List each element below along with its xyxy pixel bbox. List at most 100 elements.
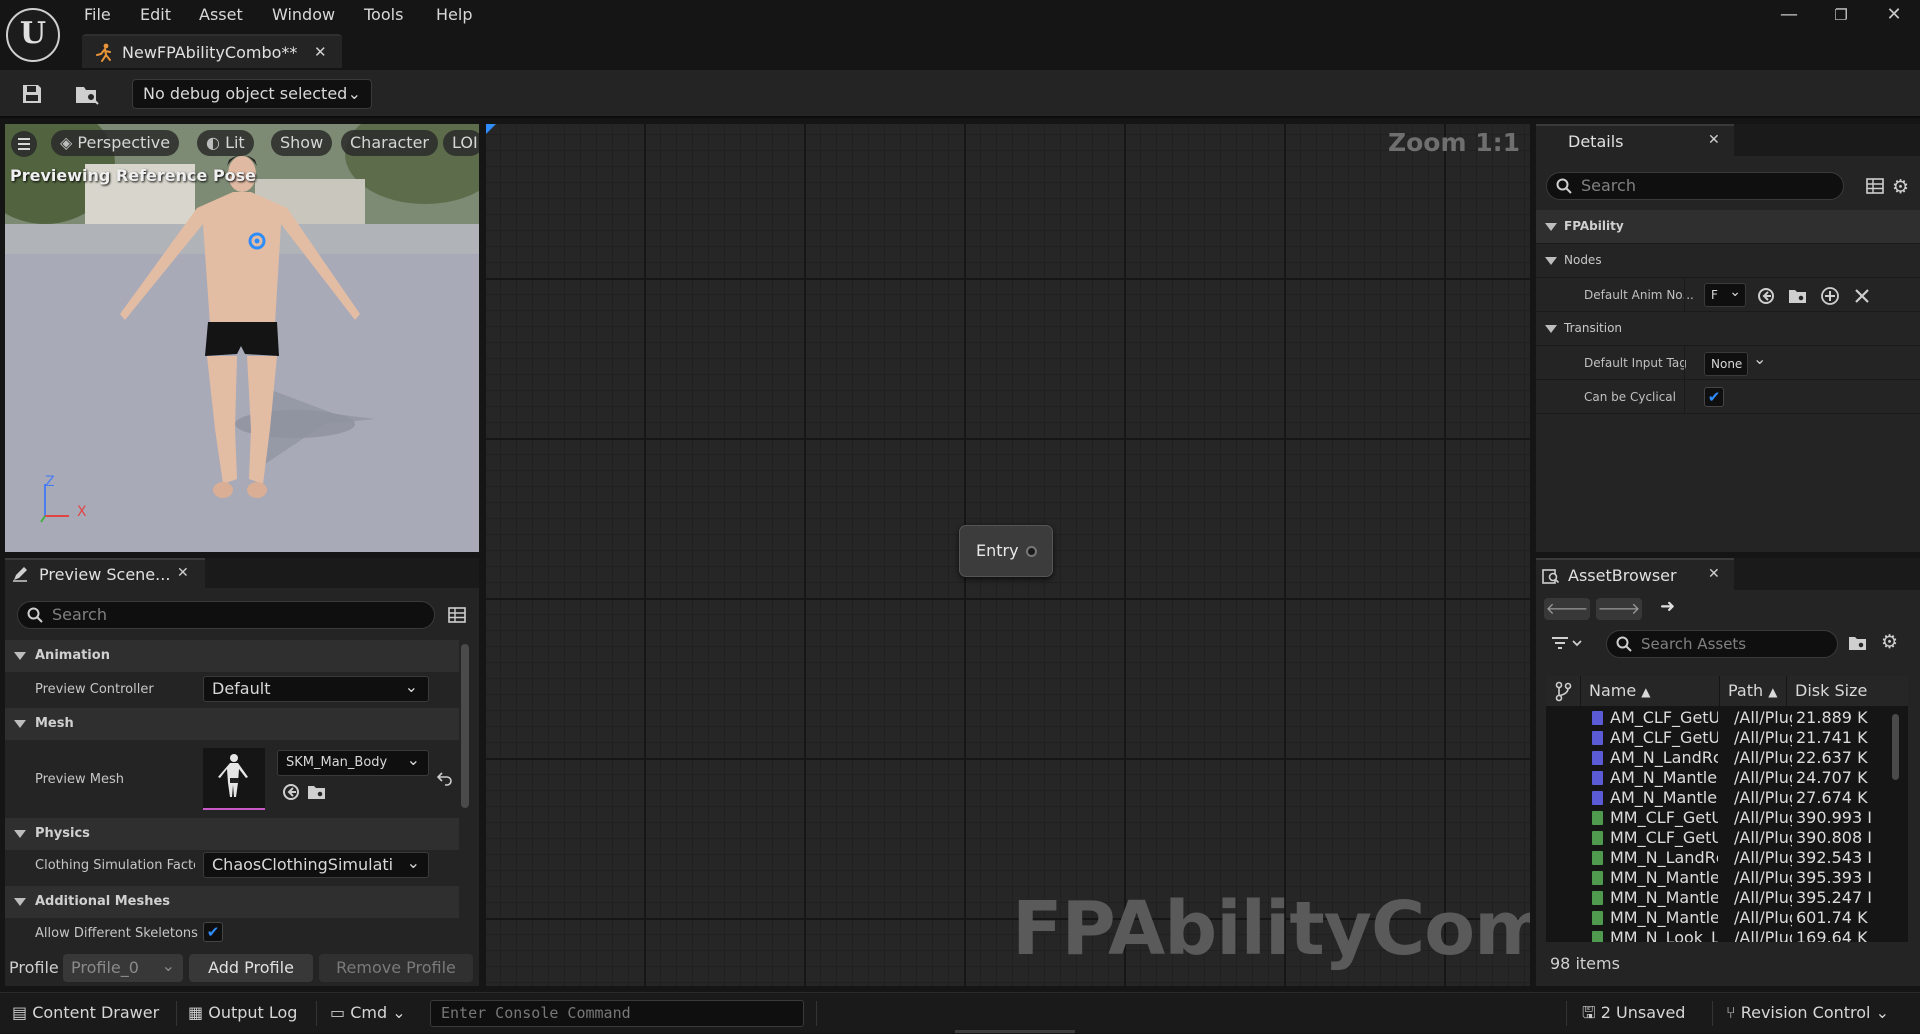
settings-gear-icon[interactable]: ⚙ [1881,631,1898,653]
profile-dropdown[interactable]: Profile_0 ⌄ [63,954,183,982]
preview-scene-tab[interactable]: Preview Scene... ✕ [5,558,205,588]
filter-icon[interactable] [1550,634,1584,652]
add-profile-button[interactable]: Add Profile [189,954,313,982]
asset-browser-tab[interactable]: AssetBrowser ✕ [1536,558,1734,590]
lit-button[interactable]: ◐ Lit [197,130,254,156]
perspective-button[interactable]: ◈ Perspective [51,130,180,156]
default-input-tag-dropdown[interactable]: None [1704,352,1748,376]
asset-row[interactable]: AM_N_Mantle/All/Plug24.707 K [1546,768,1908,788]
asset-row[interactable]: MM_N_Mantle/All/Plug601.74 K [1546,908,1908,928]
clothing-factory-dropdown[interactable]: ChaosClothingSimulati ⌄ [203,852,429,878]
debug-object-dropdown[interactable]: No debug object selected ⌄ [132,79,372,109]
folder-search-icon[interactable] [1848,633,1868,653]
save-icon[interactable] [20,82,44,106]
asset-name: AM_CLF_GetU [1610,708,1718,727]
preview-scene-search-input[interactable]: Search [17,601,435,629]
menu-window[interactable]: Window [272,4,335,26]
state-machine-graph[interactable]: Zoom 1:1 Entry FPAbilityCombo [486,124,1530,986]
preview-viewport[interactable]: ◈ Perspective ◐ Lit Show Character LOI P… [5,124,479,552]
asset-row[interactable]: MM_N_LandRc/All/Plug392.543 I [1546,848,1908,868]
browse-folder-icon[interactable] [74,82,99,106]
menu-tools[interactable]: Tools [364,4,403,26]
chevron-down-icon[interactable]: ⌄ [1753,349,1766,368]
section-additional-meshes[interactable]: Additional Meshes [5,886,459,918]
close-window-button[interactable]: ✕ [1874,2,1914,28]
allow-skeletons-checkbox[interactable]: ✔ [203,922,223,942]
asset-path: /All/Plug [1734,708,1792,727]
reset-arrow-icon[interactable] [437,770,453,786]
clear-x-icon[interactable] [1852,286,1872,306]
use-selected-asset-icon[interactable] [281,782,301,802]
content-drawer-icon: ▤ [12,1003,28,1022]
back-arrow-icon[interactable]: 🡐 [1544,598,1590,620]
menu-help[interactable]: Help [436,4,472,26]
section-physics[interactable]: Physics [5,818,459,850]
preview-controller-dropdown[interactable]: Default ⌄ [203,676,429,702]
section-nodes[interactable]: Nodes [1536,244,1920,278]
unsaved-button[interactable]: 🖫 2 Unsaved [1582,993,1685,1034]
close-tab-icon[interactable]: ✕ [1708,132,1720,148]
document-tab[interactable]: NewFPAbilityCombo** ✕ [82,34,342,68]
asset-row[interactable]: AM_N_LandRc/All/Plug22.637 K [1546,748,1908,768]
asset-row[interactable]: MM_N_Mantle/All/Plug395.247 I [1546,888,1908,908]
menu-edit[interactable]: Edit [140,4,171,26]
sync-arrow-icon[interactable]: ➜ [1660,596,1675,617]
name-column-header[interactable]: Name ▲ [1581,676,1719,706]
use-selected-icon[interactable] [1756,286,1776,306]
sort-ascending-icon: ▲ [1768,685,1778,699]
asset-search-input[interactable]: Search Assets [1606,630,1838,658]
remove-profile-button[interactable]: Remove Profile [319,954,473,982]
details-search-input[interactable]: Search [1546,172,1844,200]
menu-file[interactable]: File [84,4,111,26]
output-log-button[interactable]: ▦ Output Log [188,993,297,1034]
scrollbar[interactable] [1892,714,1899,780]
preview-mesh-dropdown[interactable]: SKM_Man_Body ⌄ [277,750,429,776]
details-tab-label: Details [1568,132,1624,151]
preview-controller-label: Preview Controller [35,682,154,697]
asset-row[interactable]: MM_CLF_GetU/All/Plug390.808 I [1546,828,1908,848]
asset-row[interactable]: AM_N_Mantle/All/Plug27.674 K [1546,788,1908,808]
browse-asset-icon[interactable] [1788,286,1808,306]
add-plus-icon[interactable] [1820,286,1840,306]
path-column-header[interactable]: Path ▲ [1720,676,1786,706]
settings-gear-icon[interactable]: ⚙ [1892,176,1909,198]
close-tab-icon[interactable]: ✕ [314,43,327,61]
asset-row[interactable]: MM_N_Look_L/All/Plug 169.64 K [1546,928,1908,942]
unreal-logo-icon[interactable]: U [6,8,60,62]
details-tab[interactable]: Details ✕ [1536,124,1734,156]
close-tab-icon[interactable]: ✕ [1708,566,1720,582]
show-button[interactable]: Show [271,130,333,156]
section-transition[interactable]: Transition [1536,312,1920,346]
section-animation[interactable]: Animation [5,640,459,672]
category-fpability[interactable]: FPAbility [1536,210,1920,244]
revision-control-button[interactable]: ⑂ Revision Control ⌄ [1726,993,1889,1034]
forward-arrow-icon[interactable]: 🡒 [1596,598,1642,620]
entry-node[interactable]: Entry [959,525,1053,577]
asset-row[interactable]: AM_CLF_GetU/All/Plug21.741 K [1546,728,1908,748]
close-tab-icon[interactable]: ✕ [177,565,189,581]
console-command-input[interactable]: Enter Console Command [430,1000,804,1027]
character-button[interactable]: Character [341,130,438,156]
minimize-button[interactable]: — [1769,2,1809,28]
menu-asset[interactable]: Asset [199,4,243,26]
asset-name: MM_N_Look_L [1610,928,1718,942]
source-control-column-icon[interactable] [1546,676,1580,706]
viewport-menu-button[interactable] [11,131,37,157]
asset-row[interactable]: AM_CLF_GetU/All/Plug21.889 K [1546,708,1908,728]
restore-button[interactable]: ❐ [1821,2,1861,28]
section-mesh[interactable]: Mesh [5,708,459,740]
scrollbar[interactable] [461,644,469,808]
browse-asset-icon[interactable] [307,782,327,802]
entry-output-pin[interactable] [1026,546,1037,557]
can-be-cyclical-checkbox[interactable]: ✔ [1704,387,1724,407]
content-drawer-button[interactable]: ▤ Content Drawer [12,993,159,1034]
disk-size-column-header[interactable]: Disk Size [1787,676,1908,706]
default-anim-node-dropdown[interactable]: F ⌄ [1704,283,1746,307]
mesh-thumbnail[interactable] [203,748,265,810]
cmd-dropdown[interactable]: ▭ Cmd ⌄ [330,993,406,1034]
lod-button[interactable]: LOI [443,130,479,156]
asset-row[interactable]: MM_N_Mantle/All/Plug395.393 I [1546,868,1908,888]
table-view-icon[interactable] [448,606,466,624]
table-view-icon[interactable] [1866,177,1884,195]
asset-row[interactable]: MM_CLF_GetU/All/Plug390.993 I [1546,808,1908,828]
